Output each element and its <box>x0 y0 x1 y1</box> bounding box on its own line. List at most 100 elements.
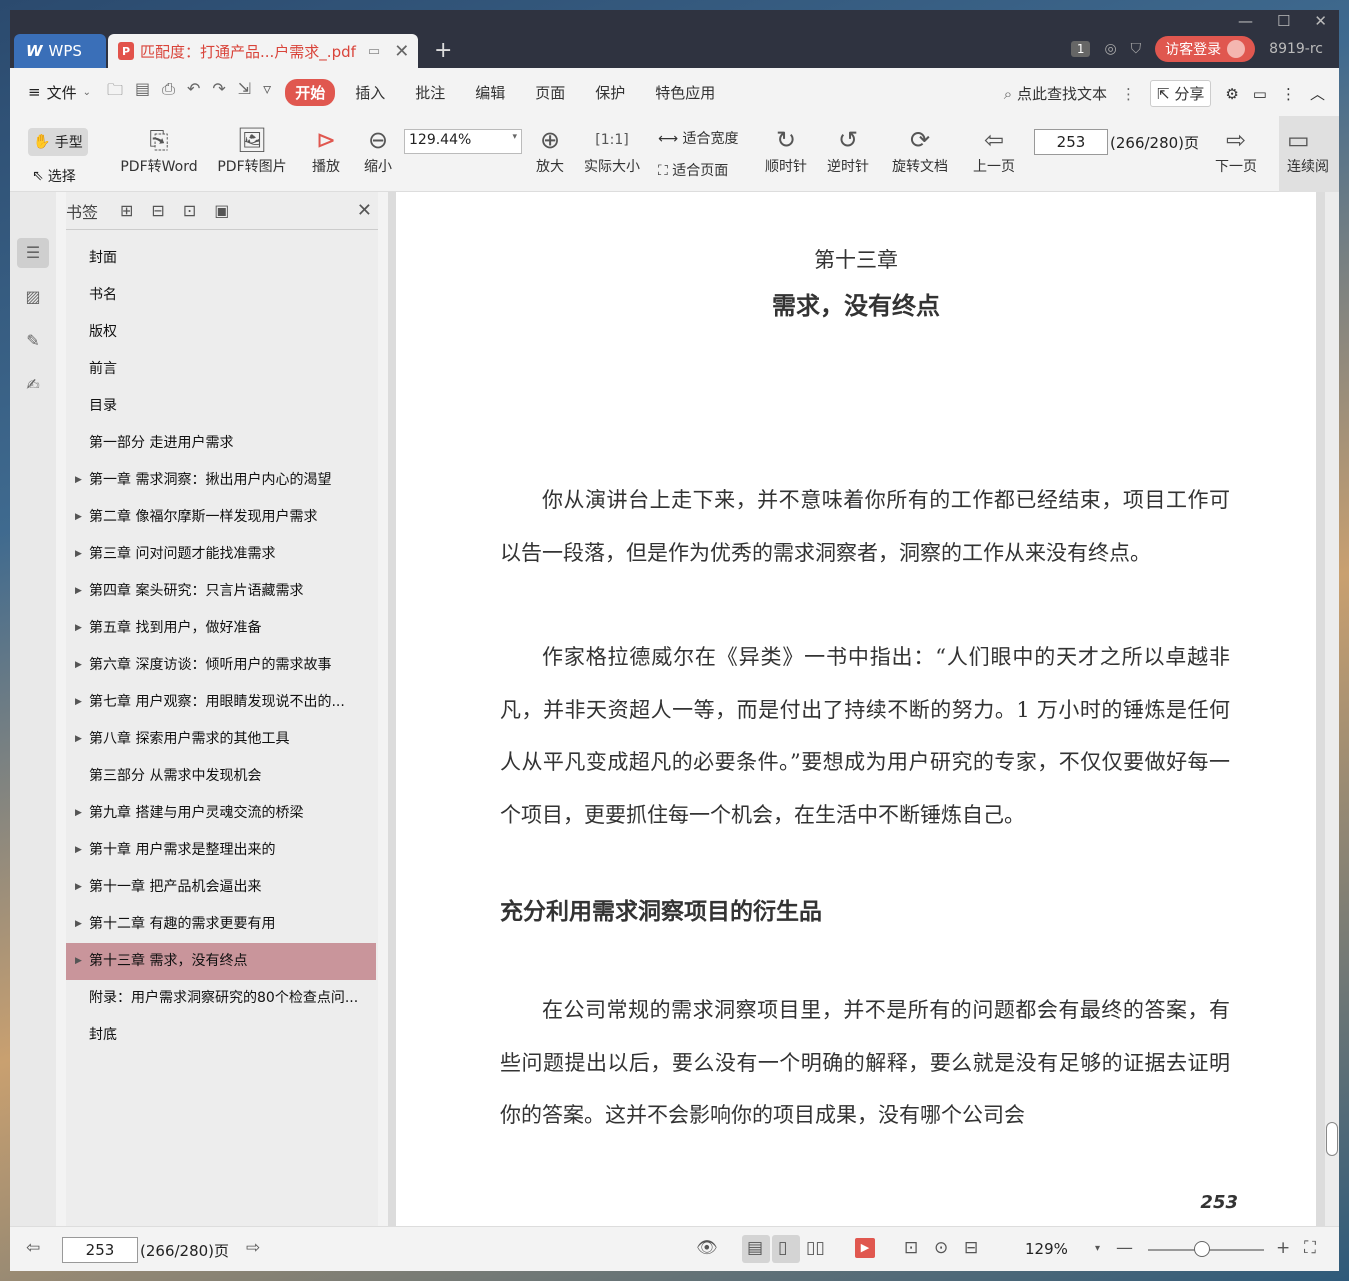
rotate-counterclockwise-button[interactable]: ↺ 逆时针 <box>824 124 872 176</box>
expand-arrow-icon[interactable]: ▶ <box>75 536 82 573</box>
next-page-button[interactable]: ⇨ 下一页 <box>1210 124 1262 176</box>
minimize-icon[interactable]: — <box>1238 12 1253 30</box>
bookmark-item[interactable]: ▶ 第八章 探索用户需求的其他工具 <box>66 721 376 758</box>
bookmark-item[interactable]: ▶ 第九章 搭建与用户灵魂交流的桥梁 <box>66 795 376 832</box>
cloud-icon[interactable]: ◎ <box>1104 41 1116 57</box>
open-folder-icon[interactable]: 🗀 <box>107 79 123 106</box>
expand-arrow-icon[interactable]: ▶ <box>75 462 82 499</box>
close-panel-icon[interactable]: ✕ <box>357 200 372 221</box>
bookmark-item[interactable]: ▶ 第七章 用户观察：用眼睛发现说不出的... <box>66 684 376 721</box>
tab-insert[interactable]: 插入 <box>345 79 395 106</box>
previous-page-button[interactable]: ⇦ 上一页 <box>968 124 1020 176</box>
rotate-document-button[interactable]: ⟳ 旋转文档 <box>886 124 954 176</box>
window-count-badge[interactable]: 1 <box>1070 41 1091 57</box>
bookmark-item[interactable]: ▶ 第三章 问对问题才能找准需求 <box>66 536 376 573</box>
zoom-plus-icon[interactable]: + <box>1276 1238 1290 1258</box>
bookmark-item[interactable]: 前言 <box>66 351 376 388</box>
bookmark-item[interactable]: 第三部分 从需求中发现机会 <box>66 758 376 795</box>
close-tab-icon[interactable]: ✕ <box>394 41 409 62</box>
settings-gear-icon[interactable]: ⚙ <box>1225 85 1238 103</box>
expand-arrow-icon[interactable]: ▶ <box>75 684 82 721</box>
expand-arrow-icon[interactable]: ▶ <box>75 832 82 869</box>
expand-arrow-icon[interactable]: ▶ <box>75 647 82 684</box>
more-vertical-icon[interactable]: ⋮ <box>1121 85 1136 103</box>
bookmark-item[interactable]: ▶ 第十一章 把产品机会逼出来 <box>66 869 376 906</box>
fullscreen-icon[interactable]: ⛶ <box>1304 1238 1316 1258</box>
bookmark-options-icon[interactable]: ▣ <box>214 201 229 220</box>
fit-page-small-icon[interactable]: ⊙ <box>934 1238 948 1258</box>
rotate-clockwise-button[interactable]: ↻ 顺时针 <box>762 124 810 176</box>
zoom-in-button[interactable]: ⊕ 放大 <box>532 124 568 176</box>
expand-arrow-icon[interactable]: ▶ <box>75 869 82 906</box>
bookmark-item[interactable]: 版权 <box>66 314 376 351</box>
expand-arrow-icon[interactable]: ▶ <box>75 906 82 943</box>
expand-arrow-icon[interactable]: ▶ <box>75 721 82 758</box>
bookmark-item[interactable]: ▶ 第一章 需求洞察：揪出用户内心的渴望 <box>66 462 376 499</box>
undo-icon[interactable]: ↶ <box>187 79 200 106</box>
status-page-input[interactable]: 253 <box>62 1237 138 1263</box>
skin-icon[interactable]: ⛉ <box>1131 41 1142 57</box>
play-button[interactable]: ⊳ 播放 <box>306 124 346 176</box>
expand-arrow-icon[interactable]: ▶ <box>75 943 82 980</box>
zoom-dropdown-icon[interactable]: ▾ <box>1095 1243 1100 1254</box>
comment-icon[interactable]: ▭ <box>1253 85 1267 103</box>
expand-arrow-icon[interactable]: ▶ <box>75 499 82 536</box>
redo-icon[interactable]: ↷ <box>212 79 225 106</box>
bookmark-item[interactable]: 目录 <box>66 388 376 425</box>
bookmark-item[interactable]: 封底 <box>66 1017 376 1054</box>
document-tab[interactable]: P 匹配度：打通产品...户需求_.pdf ▭ ✕ <box>108 34 418 68</box>
expand-arrow-icon[interactable]: ▶ <box>75 573 82 610</box>
fit-width-small-icon[interactable]: ⊟ <box>964 1238 978 1258</box>
export-icon[interactable]: ⇲ <box>238 79 251 106</box>
thumbnail-icon[interactable]: ▨ <box>20 284 46 310</box>
zoom-out-button[interactable]: ⊖ 缩小 <box>360 124 396 176</box>
page-number-input[interactable]: 253 <box>1034 129 1108 155</box>
bookmark-item[interactable]: ▶ 第十三章 需求，没有终点 <box>66 943 376 980</box>
more-options-icon[interactable]: ⋮ <box>1281 85 1296 103</box>
save-icon[interactable]: ▤ <box>135 79 150 106</box>
tab-special-apps[interactable]: 特色应用 <box>645 79 725 106</box>
tab-edit[interactable]: 编辑 <box>465 79 515 106</box>
collapse-ribbon-icon[interactable]: ︿ <box>1310 83 1325 104</box>
double-page-icon[interactable]: ▯▯ <box>806 1238 825 1258</box>
bookmark-item[interactable]: 书名 <box>66 277 376 314</box>
select-tool-button[interactable]: ⇖ 选择 <box>32 166 76 186</box>
expand-arrow-icon[interactable]: ▶ <box>75 610 82 647</box>
zoom-slider-knob[interactable] <box>1194 1241 1210 1257</box>
next-page-arrow-icon[interactable]: ⇨ <box>246 1238 260 1258</box>
play-slideshow-icon[interactable]: ▶ <box>855 1238 875 1258</box>
bookmark-item[interactable]: 附录：用户需求洞察研究的80个检查点问... <box>66 980 376 1017</box>
bookmark-item[interactable]: ▶ 第五章 找到用户，做好准备 <box>66 610 376 647</box>
actual-size-button[interactable]: [1:1] 实际大小 <box>580 124 644 176</box>
status-zoom-value[interactable]: 129% <box>1025 1240 1068 1258</box>
annotation-icon[interactable]: ✎ <box>20 328 46 354</box>
more-chevron-icon[interactable]: ▿ <box>263 79 271 106</box>
bookmark-item[interactable]: ▶ 第十章 用户需求是整理出来的 <box>66 832 376 869</box>
visitor-login-button[interactable]: 访客登录 <box>1155 36 1256 62</box>
add-bookmark-icon[interactable]: ⊡ <box>183 201 196 220</box>
fit-width-button[interactable]: ⟷ 适合宽度 <box>658 128 748 148</box>
expand-all-icon[interactable]: ⊞ <box>120 201 133 220</box>
share-button[interactable]: ⇱ 分享 <box>1149 80 1212 107</box>
bookmark-item[interactable]: ▶ 第六章 深度访谈：倾听用户的需求故事 <box>66 647 376 684</box>
bookmark-item[interactable]: ▶ 第十二章 有趣的需求更要有用 <box>66 906 376 943</box>
single-page-icon[interactable]: ▯ <box>778 1238 787 1258</box>
tab-page[interactable]: 页面 <box>525 79 575 106</box>
scrollbar-thumb[interactable] <box>1326 1122 1338 1156</box>
collapse-all-icon[interactable]: ⊟ <box>151 201 164 220</box>
screen-icon[interactable]: ▭ <box>368 44 380 59</box>
print-icon[interactable]: ⎙ <box>162 79 175 106</box>
continuous-view-icon[interactable]: ▤ <box>747 1238 763 1258</box>
bookmark-item[interactable]: 第一部分 走进用户需求 <box>66 425 376 462</box>
vertical-scrollbar[interactable] <box>1325 192 1339 1226</box>
tab-annotate[interactable]: 批注 <box>405 79 455 106</box>
bookmark-item[interactable]: ▶ 第四章 案头研究：只言片语藏需求 <box>66 573 376 610</box>
close-window-icon[interactable]: ✕ <box>1314 12 1327 30</box>
actual-size-small-icon[interactable]: ⊡ <box>904 1238 918 1258</box>
new-tab-button[interactable]: + <box>434 38 452 63</box>
bookmark-list-icon[interactable]: ☰ <box>17 238 49 268</box>
fit-page-button[interactable]: ⛶ 适合页面 <box>658 160 748 180</box>
tab-start[interactable]: 开始 <box>285 78 336 106</box>
zoom-minus-icon[interactable]: — <box>1116 1238 1133 1258</box>
prev-page-arrow-icon[interactable]: ⇦ <box>26 1238 40 1258</box>
